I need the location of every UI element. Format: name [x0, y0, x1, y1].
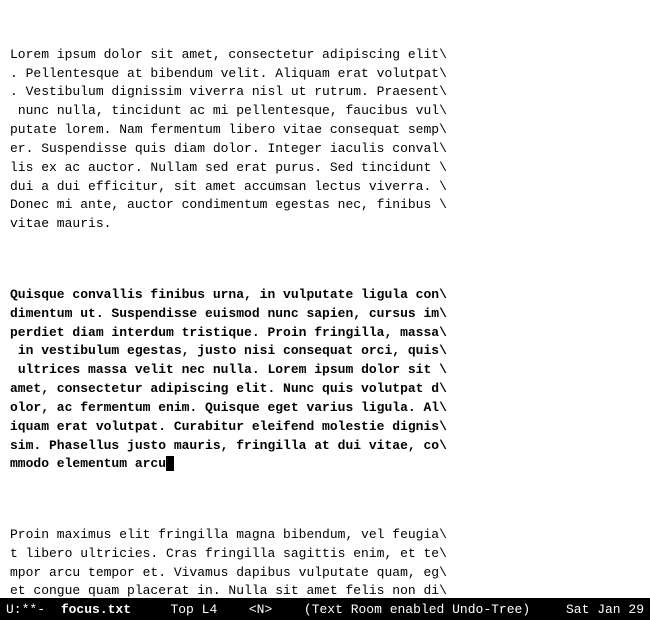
text-editor[interactable]: Lorem ipsum dolor sit amet, consectetur … [0, 0, 650, 598]
text-cursor [166, 456, 174, 471]
paragraph-3: Proin maximus elit fringilla magna biben… [10, 526, 640, 598]
status-modified: U:**- [6, 602, 45, 617]
status-position: Top L4 [170, 602, 217, 617]
paragraph-1: Lorem ipsum dolor sit amet, consectetur … [10, 46, 640, 234]
paragraph-2-text: Quisque convallis finibus urna, in vulpu… [10, 287, 447, 472]
status-mode: <N> [249, 602, 272, 617]
status-filename: focus.txt [61, 602, 131, 617]
editor-window: Lorem ipsum dolor sit amet, consectetur … [0, 0, 650, 620]
paragraph-2: Quisque convallis finibus urna, in vulpu… [10, 286, 640, 474]
status-bar: U:**- focus.txt Top L4 <N> (Text Room en… [0, 598, 650, 620]
status-date: Sat Jan 29 [566, 602, 644, 617]
status-extra: (Text Room enabled Undo-Tree) [304, 602, 566, 617]
